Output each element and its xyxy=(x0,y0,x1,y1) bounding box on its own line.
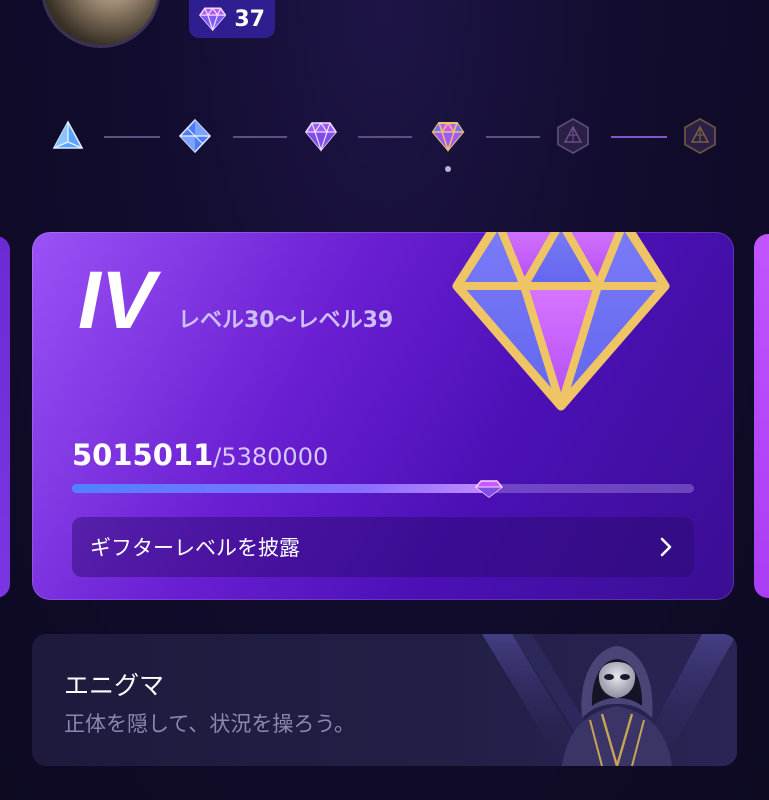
chevron-right-icon xyxy=(660,537,672,557)
tier-3-icon[interactable] xyxy=(303,118,339,154)
gifter-level-screen: 37 IV レベル30〜レベル39 5015011 / 5380000 ギフター… xyxy=(0,0,769,800)
level-range: レベル30〜レベル39 xyxy=(178,308,394,333)
points-current: 5015011 xyxy=(72,438,214,472)
tier-4-icon[interactable] xyxy=(430,118,466,154)
track-connector xyxy=(233,136,287,138)
points-separator: / xyxy=(213,443,222,471)
tier-6-icon[interactable] xyxy=(682,118,718,154)
track-connector xyxy=(486,136,540,138)
level-progress-fill xyxy=(72,484,490,493)
avatar[interactable] xyxy=(41,0,161,48)
gem-count: 37 xyxy=(234,6,265,32)
enigma-card[interactable]: エニグマ 正体を隠して、状況を操ろう。 xyxy=(32,634,737,766)
diamond-icon xyxy=(199,7,227,31)
track-connector xyxy=(358,136,412,138)
previous-level-card[interactable] xyxy=(0,236,10,598)
points-row: 5015011 / 5380000 xyxy=(72,438,328,472)
level-card: IV レベル30〜レベル39 5015011 / 5380000 ギフターレベル… xyxy=(32,232,734,600)
track-connector xyxy=(611,136,667,138)
tier-5-icon[interactable] xyxy=(555,118,591,154)
track-connector xyxy=(104,136,160,138)
masked-figure-illustration xyxy=(482,634,737,766)
next-level-card[interactable] xyxy=(754,234,769,598)
progress-gem-marker-icon xyxy=(475,480,504,498)
reveal-gifter-level-label: ギフターレベルを披露 xyxy=(90,536,300,560)
level-numeral: IV xyxy=(78,255,156,346)
gem-count-badge: 37 xyxy=(189,0,275,38)
enigma-subtitle: 正体を隠して、状況を操ろう。 xyxy=(64,712,356,736)
diamond-badge-icon xyxy=(452,232,670,411)
level-progress-bar xyxy=(72,480,694,498)
level-track xyxy=(0,108,769,172)
reveal-gifter-level-button[interactable]: ギフターレベルを披露 xyxy=(72,517,694,577)
tier-1-icon[interactable] xyxy=(50,118,86,154)
enigma-title: エニグマ xyxy=(64,671,165,700)
points-target: 5380000 xyxy=(221,443,329,471)
current-tier-indicator xyxy=(445,166,451,172)
tier-2-icon[interactable] xyxy=(177,118,213,154)
